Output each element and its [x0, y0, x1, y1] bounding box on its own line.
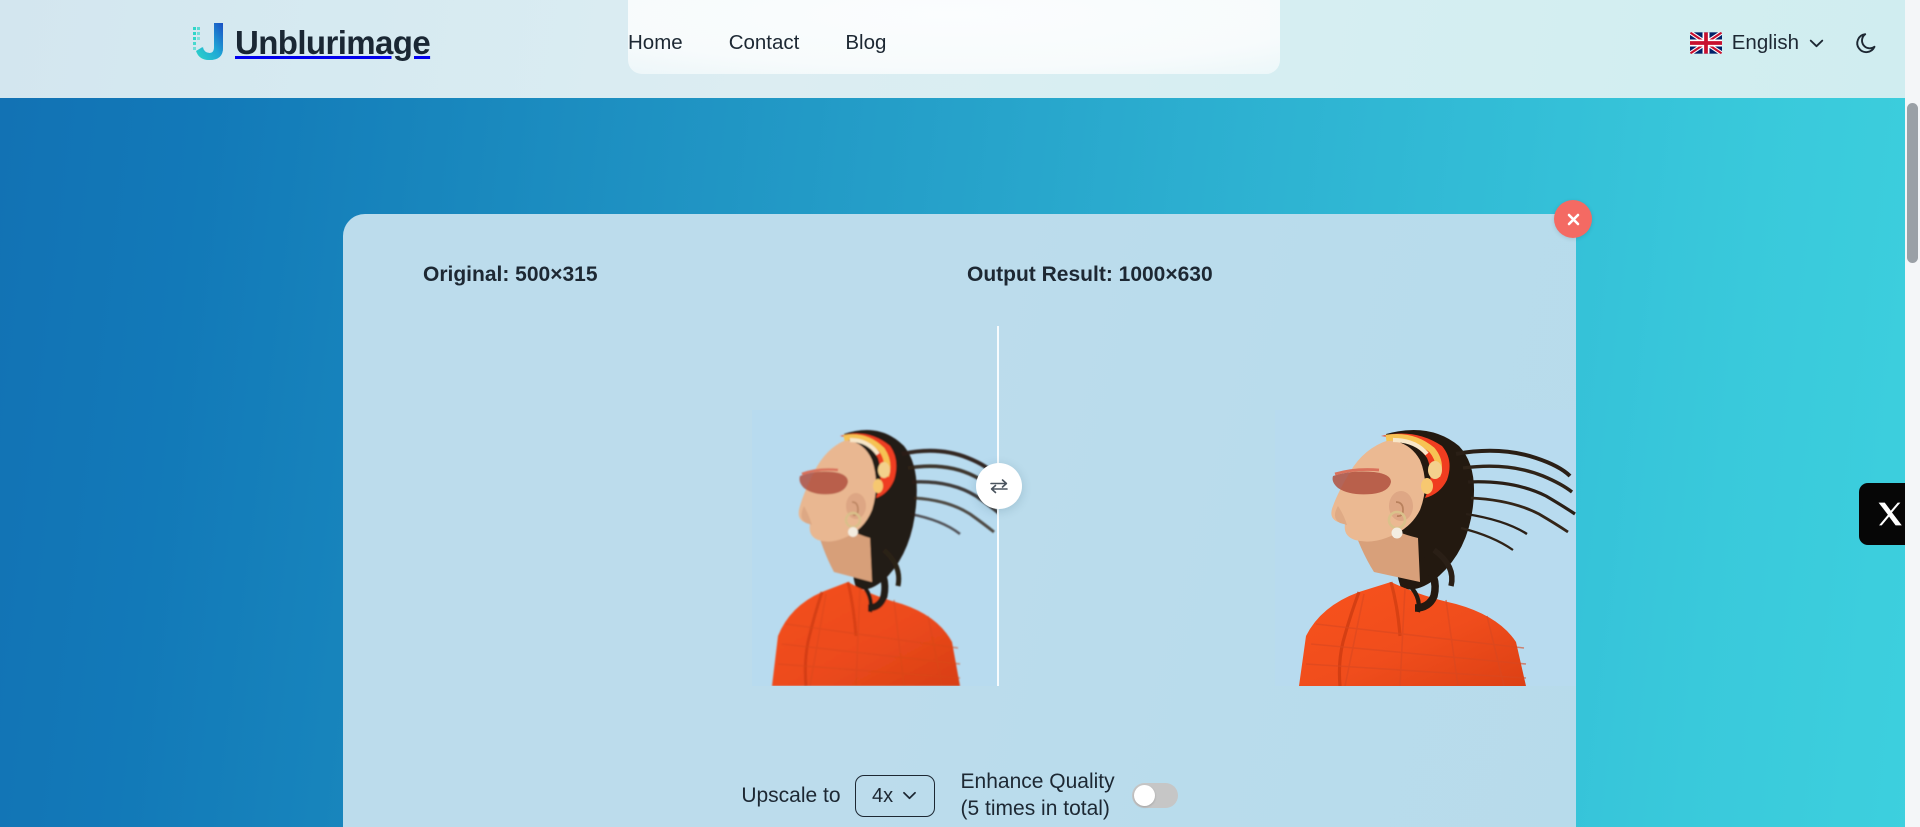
size-labels-row: Original: 500×315 Output Result: 1000×63… [343, 264, 1576, 294]
language-selector[interactable]: English [1689, 30, 1824, 54]
header-actions: English [1689, 28, 1882, 58]
language-label: English [1731, 30, 1799, 54]
output-size-label: Output Result: 1000×630 [967, 263, 1213, 286]
result-card: Original: 500×315 Output Result: 1000×63… [343, 200, 1592, 827]
upscale-to-label: Upscale to [741, 784, 841, 808]
nav-item-blog[interactable]: Blog [845, 32, 886, 54]
nav-item-home[interactable]: Home [628, 32, 683, 54]
site-header: Unblurimage Home Contact Blog English [0, 0, 1920, 98]
swap-horizontal-arrows-icon [990, 479, 1008, 494]
nav-item-contact[interactable]: Contact [729, 32, 800, 54]
x-twitter-icon [1878, 502, 1902, 526]
brand-logo[interactable]: Unblurimage [192, 21, 431, 63]
upscale-factor-select[interactable]: 4x [854, 774, 935, 817]
chevron-down-icon [1809, 39, 1824, 47]
main-navigation: Home Contact Blog [628, 32, 886, 54]
original-image [752, 410, 997, 686]
uk-flag-icon [1689, 32, 1722, 54]
dark-mode-toggle[interactable] [1852, 28, 1882, 58]
before-after-comparison[interactable] [343, 326, 1576, 686]
enhanced-image [1275, 410, 1576, 686]
enhance-quality-toggle[interactable] [1131, 783, 1178, 809]
enhanced-image-pane [998, 326, 1576, 686]
enhance-quality-title: Enhance Quality [960, 770, 1115, 793]
enhance-quality-label-block: Enhance Quality (5 times in total) [961, 769, 1115, 823]
page-background: Original: 500×315 Output Result: 1000×63… [0, 98, 1920, 827]
close-card-button[interactable] [1554, 200, 1592, 238]
page-scrollbar-thumb[interactable] [1907, 103, 1918, 263]
upscale-factor-value: 4x [871, 784, 894, 807]
comparison-slider-handle[interactable] [976, 463, 1022, 509]
close-x-icon [1567, 213, 1579, 225]
original-photo-graphic [752, 410, 997, 686]
unblurimage-u-logo-icon [193, 23, 223, 60]
enhance-quality-subtitle: (5 times in total) [960, 796, 1110, 820]
enhanced-photo-graphic [1275, 410, 1576, 686]
chevron-down-icon [903, 792, 917, 800]
upscale-controls: Upscale to 4x Enhance Quality (5 times i… [343, 769, 1576, 823]
moon-icon [1856, 33, 1876, 54]
brand-name: Unblurimage [235, 23, 431, 61]
original-size-label: Original: 500×315 [423, 263, 598, 286]
original-image-pane [343, 326, 997, 686]
